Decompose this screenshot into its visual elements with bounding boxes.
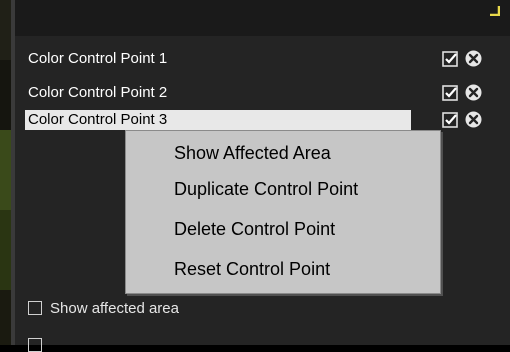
control-point-label: Color Control Point 3 [28, 111, 168, 128]
control-point-label: Color Control Point 1 [28, 50, 168, 67]
menu-item-show-affected-area[interactable]: Show Affected Area [174, 141, 331, 165]
show-affected-area-checkbox[interactable] [28, 301, 42, 315]
context-menu: Show Affected Area Duplicate Control Poi… [125, 130, 441, 294]
control-point-row-1[interactable]: Color Control Point 1 [28, 49, 167, 69]
control-point-label: Color Control Point 2 [28, 84, 168, 101]
partial-checkbox[interactable] [28, 338, 42, 352]
show-affected-area-label: Show affected area [50, 300, 179, 317]
checkbox-checked-icon[interactable] [442, 51, 458, 67]
control-point-row-2[interactable]: Color Control Point 2 [28, 83, 167, 103]
panel-border [11, 0, 15, 345]
image-edge-strip [0, 0, 11, 345]
remove-circle-icon[interactable] [465, 84, 482, 101]
remove-circle-icon[interactable] [465, 111, 482, 128]
menu-item-reset-control-point[interactable]: Reset Control Point [174, 257, 330, 281]
menu-item-duplicate-control-point[interactable]: Duplicate Control Point [174, 177, 358, 201]
control-point-row-3-selected[interactable]: Color Control Point 3 [25, 110, 411, 130]
menu-item-delete-control-point[interactable]: Delete Control Point [174, 217, 335, 241]
checkbox-checked-icon[interactable] [442, 112, 458, 128]
panel-header [11, 0, 510, 36]
checkbox-checked-icon[interactable] [442, 85, 458, 101]
remove-circle-icon[interactable] [465, 50, 482, 67]
resize-corner-icon[interactable] [488, 4, 500, 16]
